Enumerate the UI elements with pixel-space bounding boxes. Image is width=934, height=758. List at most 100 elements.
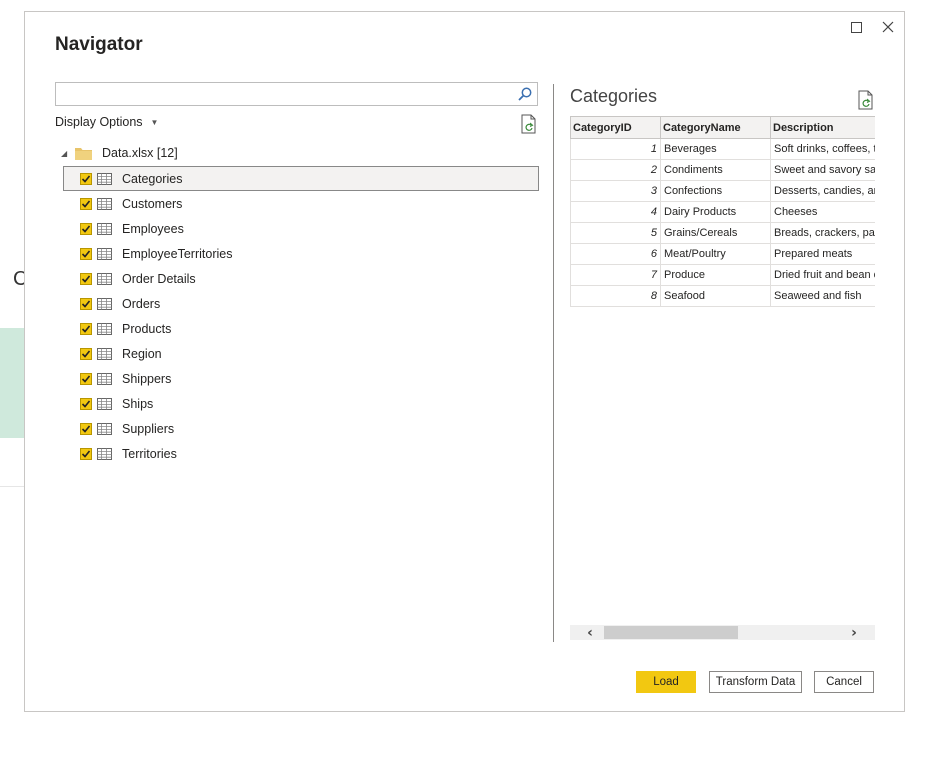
table-row: 6 Meat/Poultry Prepared meats (570, 243, 875, 265)
table-cell: Prepared meats (770, 243, 875, 265)
cancel-button[interactable]: Cancel (814, 671, 874, 693)
column-header[interactable]: CategoryName (660, 116, 771, 139)
checkbox[interactable] (80, 172, 92, 185)
checkbox[interactable] (80, 222, 92, 235)
navigator-dialog: Navigator Display Options ▼ ◢ Data.xlsx … (24, 11, 905, 712)
table-list-item-label: Products (122, 321, 172, 336)
checkbox[interactable] (80, 297, 92, 310)
table-list-item[interactable]: Employees (63, 216, 539, 241)
preview-table: CategoryID CategoryName Description 1 Bev… (570, 116, 875, 307)
table-icon (97, 372, 112, 385)
maximize-icon (850, 21, 862, 33)
table-icon (97, 397, 112, 410)
table-list-item-label: Ships (122, 396, 154, 411)
table-list-item[interactable]: Ships (63, 391, 539, 416)
tree-root-file[interactable]: ◢ Data.xlsx [12] (61, 144, 178, 162)
table-list-item[interactable]: Order Details (63, 266, 539, 291)
table-list: Categories Customers Employees EmployeeTerr… (63, 166, 539, 466)
table-list-item[interactable]: Shippers (63, 366, 539, 391)
checkmark-icon (81, 224, 91, 233)
table-row: 4 Dairy Products Cheeses (570, 201, 875, 223)
table-cell: Sweet and savory sau (770, 159, 875, 181)
column-header[interactable]: Description (770, 116, 875, 139)
table-icon (97, 247, 112, 260)
table-cell: Soft drinks, coffees, t (770, 138, 875, 160)
checkmark-icon (81, 249, 91, 258)
preview-table-container: CategoryID CategoryName Description 1 Bev… (570, 116, 875, 316)
table-cell: Desserts, candies, an (770, 180, 875, 202)
table-row: 8 Seafood Seaweed and fish (570, 285, 875, 307)
column-header[interactable]: CategoryID (570, 116, 661, 139)
maximize-button[interactable] (845, 16, 867, 38)
pane-divider (553, 84, 554, 642)
preview-header-row: CategoryID CategoryName Description (570, 116, 875, 139)
checkbox[interactable] (80, 247, 92, 260)
checkbox[interactable] (80, 197, 92, 210)
search-box[interactable] (55, 82, 538, 106)
table-icon (97, 322, 112, 335)
caret-down-icon: ▼ (150, 117, 159, 127)
search-input[interactable] (56, 83, 506, 105)
table-list-item-label: Orders (122, 296, 161, 311)
checkmark-icon (81, 324, 91, 333)
table-icon (97, 297, 112, 310)
table-row: 1 Beverages Soft drinks, coffees, t (570, 138, 875, 160)
table-cell: Produce (660, 264, 771, 286)
table-cell: Seaweed and fish (770, 285, 875, 307)
refresh-icon[interactable] (520, 114, 538, 134)
checkbox[interactable] (80, 322, 92, 335)
checkbox[interactable] (80, 397, 92, 410)
table-icon (97, 347, 112, 360)
table-icon (97, 422, 112, 435)
table-list-item-label: Shippers (122, 371, 172, 386)
checkmark-icon (81, 349, 91, 358)
transform-data-button[interactable]: Transform Data (709, 671, 802, 693)
table-list-item[interactable]: Orders (63, 291, 539, 316)
scroll-right-icon[interactable]: › (846, 625, 862, 641)
table-icon (97, 447, 112, 460)
table-cell: 3 (570, 180, 661, 202)
checkmark-icon (81, 449, 91, 458)
checkmark-icon (81, 174, 91, 183)
table-cell: Grains/Cereals (660, 222, 771, 244)
table-cell: 5 (570, 222, 661, 244)
search-icon[interactable] (517, 86, 533, 102)
table-cell: Dried fruit and bean c (770, 264, 875, 286)
table-cell: 4 (570, 201, 661, 223)
close-button[interactable] (877, 16, 899, 38)
dialog-title: Navigator (55, 34, 143, 55)
table-cell: 6 (570, 243, 661, 265)
checkmark-icon (81, 199, 91, 208)
checkbox[interactable] (80, 447, 92, 460)
checkbox[interactable] (80, 272, 92, 285)
scrollbar-thumb[interactable] (604, 626, 738, 639)
table-list-item[interactable]: Suppliers (63, 416, 539, 441)
checkbox[interactable] (80, 422, 92, 435)
table-list-item-label: Territories (122, 446, 177, 461)
table-icon (97, 197, 112, 210)
checkbox[interactable] (80, 347, 92, 360)
folder-icon (75, 147, 92, 160)
table-list-item[interactable]: Region (63, 341, 539, 366)
table-list-item[interactable]: EmployeeTerritories (63, 241, 539, 266)
table-cell: 7 (570, 264, 661, 286)
table-cell: 2 (570, 159, 661, 181)
display-options-dropdown[interactable]: Display Options ▼ (55, 115, 158, 129)
table-list-item-label: Region (122, 346, 162, 361)
refresh-preview-icon[interactable] (857, 90, 875, 110)
load-button[interactable]: Load (636, 671, 696, 693)
table-cell: 1 (570, 138, 661, 160)
expand-arrow-icon[interactable]: ◢ (61, 149, 69, 158)
horizontal-scrollbar[interactable]: ‹ › (570, 625, 875, 641)
table-list-item[interactable]: Categories (63, 166, 539, 191)
scroll-left-icon[interactable]: ‹ (582, 625, 598, 641)
table-list-item[interactable]: Products (63, 316, 539, 341)
table-cell: Confections (660, 180, 771, 202)
table-cell: Dairy Products (660, 201, 771, 223)
table-icon (97, 172, 112, 185)
table-cell: Beverages (660, 138, 771, 160)
table-list-item[interactable]: Customers (63, 191, 539, 216)
table-list-item[interactable]: Territories (63, 441, 539, 466)
table-icon (97, 272, 112, 285)
checkbox[interactable] (80, 372, 92, 385)
